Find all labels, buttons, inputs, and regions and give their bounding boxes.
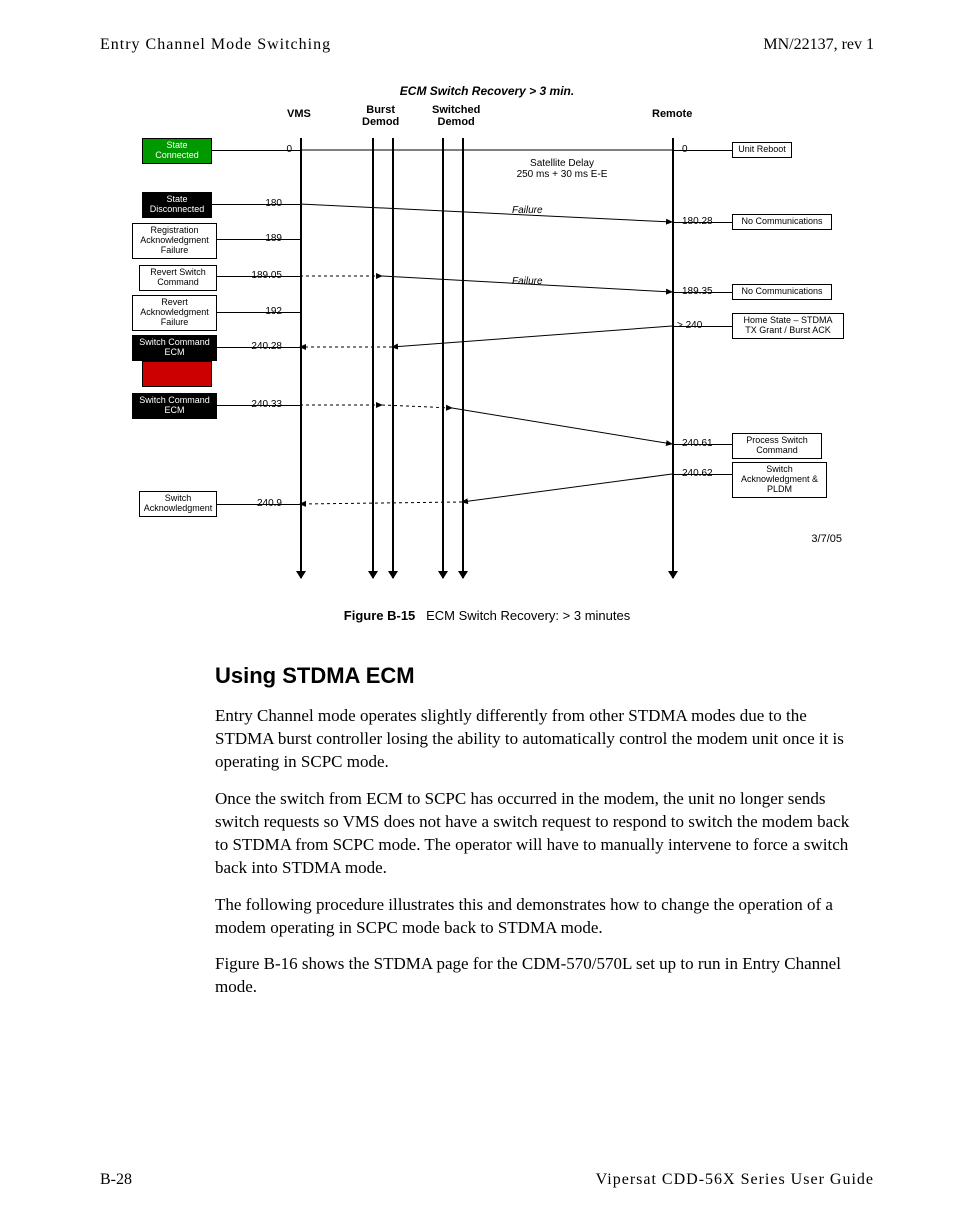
failure-1: Failure — [512, 205, 543, 216]
para-2: Once the switch from ECM to SCPC has occ… — [215, 788, 864, 880]
footer-left: B-28 — [100, 1171, 132, 1189]
figure-label: Figure B-15 — [344, 608, 416, 623]
diagram-title: ECM Switch Recovery > 3 min. — [100, 84, 874, 98]
sequence-diagram: VMS Burst Demod Switched Demod Remote St… — [122, 108, 852, 588]
section-heading: Using STDMA ECM — [215, 663, 864, 689]
footer-right: Vipersat CDD-56X Series User Guide — [596, 1171, 874, 1189]
figure-caption-text: ECM Switch Recovery: > 3 minutes — [426, 608, 630, 623]
header-right: MN/22137, rev 1 — [763, 36, 874, 54]
para-1: Entry Channel mode operates slightly dif… — [215, 705, 864, 774]
diagram-date: 3/7/05 — [811, 533, 842, 545]
para-3: The following procedure illustrates this… — [215, 894, 864, 940]
failure-2: Failure — [512, 276, 543, 287]
para-4: Figure B-16 shows the STDMA page for the… — [215, 953, 864, 999]
message-lines — [122, 108, 852, 588]
figure-caption: Figure B-15 ECM Switch Recovery: > 3 min… — [100, 608, 874, 623]
header-left: Entry Channel Mode Switching — [100, 36, 331, 54]
